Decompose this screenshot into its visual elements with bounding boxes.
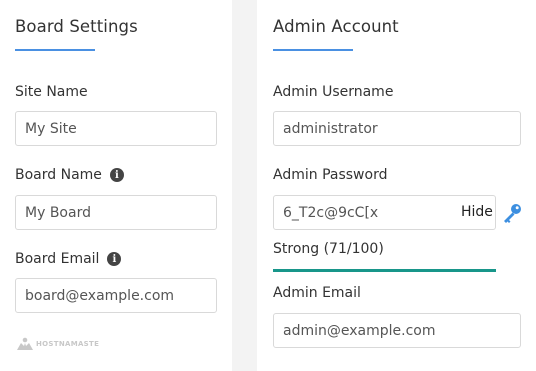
board-name-label: Board Name i (15, 167, 124, 183)
password-strength-bar (273, 269, 496, 272)
site-name-label-text: Site Name (15, 84, 88, 100)
panel-gap (232, 0, 257, 371)
board-email-label-text: Board Email (15, 251, 100, 267)
admin-email-label: Admin Email (273, 285, 361, 301)
password-strength-text: Strong (71/100) (273, 241, 384, 257)
key-icon[interactable] (501, 202, 523, 224)
admin-username-label: Admin Username (273, 84, 393, 100)
admin-email-input[interactable]: admin@example.com (273, 313, 521, 348)
admin-account-title: Admin Account (273, 17, 399, 36)
admin-username-label-text: Admin Username (273, 84, 394, 100)
admin-account-underline (273, 49, 353, 51)
board-name-label-text: Board Name (15, 167, 102, 183)
admin-account-panel: Admin Account Admin Username administrat… (257, 0, 536, 371)
board-email-label: Board Email i (15, 251, 122, 267)
board-email-input[interactable]: board@example.com (15, 278, 217, 313)
site-name-input[interactable]: My Site (15, 111, 217, 146)
hostnamaste-logo: HOSTNAMASTE (16, 337, 99, 351)
site-name-label: Site Name (15, 84, 88, 100)
admin-password-label-text: Admin Password (273, 167, 388, 183)
admin-password-label: Admin Password (273, 167, 387, 183)
board-settings-panel: Board Settings Site Name My Site Board N… (0, 0, 232, 371)
logo-mark-icon (17, 337, 33, 350)
admin-username-input[interactable]: administrator (273, 111, 521, 146)
hide-password-button[interactable]: Hide (461, 204, 493, 220)
board-settings-title: Board Settings (15, 17, 138, 36)
info-icon[interactable]: i (109, 168, 124, 182)
board-settings-underline (15, 49, 95, 51)
admin-email-label-text: Admin Email (273, 285, 361, 301)
info-icon[interactable]: i (107, 252, 122, 266)
logo-text: HOSTNAMASTE (36, 340, 100, 348)
board-name-input[interactable]: My Board (15, 195, 217, 230)
